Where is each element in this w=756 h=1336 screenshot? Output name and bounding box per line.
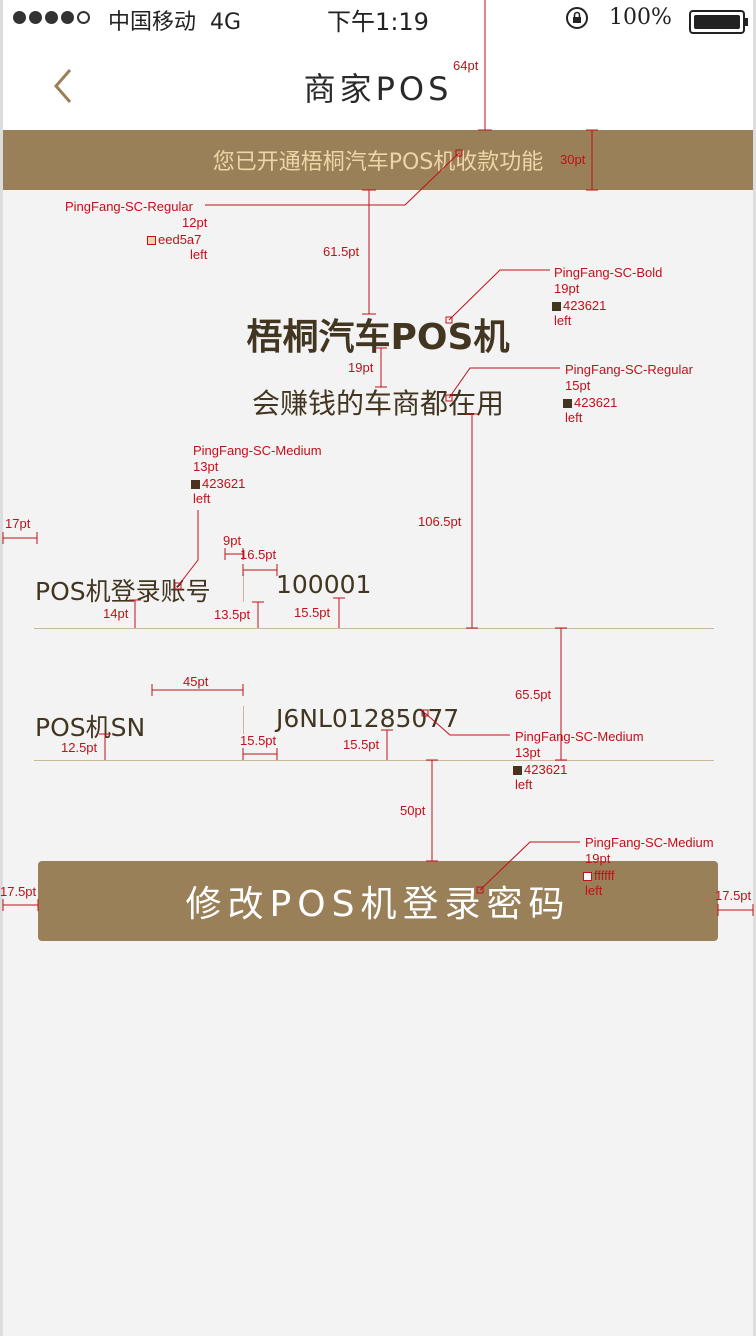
banner-align-spec: left [190, 247, 208, 262]
dim-value-bottom: 15.5pt [294, 605, 331, 620]
dim-value-offset: 16.5pt [240, 547, 277, 562]
dim-divider-gap: 9pt [223, 533, 242, 548]
label-size-spec: 13pt [193, 459, 219, 474]
title-font-spec: PingFang-SC-Bold [554, 265, 663, 280]
button-align-spec: left [585, 883, 603, 898]
dim-button-margin-left: 17.5pt [0, 884, 37, 899]
banner-font-spec: PingFang-SC-Regular [65, 199, 193, 214]
dim-banner-to-title: 61.5pt [323, 244, 360, 259]
subtitle-align-spec: left [565, 410, 583, 425]
subtitle-color-spec: 423621 [563, 395, 617, 411]
button-color-spec: ffffff [583, 868, 615, 884]
dim-sn-value-offset: 15.5pt [240, 733, 277, 748]
subtitle-font-spec: PingFang-SC-Regular [565, 362, 693, 377]
value-font-spec: PingFang-SC-Medium [515, 729, 644, 744]
banner-size-spec: 12pt [182, 215, 208, 230]
dim-row-height: 65.5pt [515, 687, 552, 702]
dim-sn-label-bottom: 12.5pt [61, 740, 98, 755]
dim-line-to-button: 50pt [400, 803, 426, 818]
title-align-spec: left [554, 313, 572, 328]
title-color-spec: 423621 [552, 298, 606, 314]
value-color-spec: 423621 [513, 762, 567, 778]
value-align-spec: left [515, 777, 533, 792]
dim-sn-label-width: 45pt [183, 674, 209, 689]
dim-divider-bottom: 13.5pt [214, 607, 251, 622]
dim-left-margin: 17pt [5, 516, 31, 531]
dim-label-bottom: 14pt [103, 606, 129, 621]
button-font-spec: PingFang-SC-Medium [585, 835, 714, 850]
label-font-spec: PingFang-SC-Medium [193, 443, 322, 458]
label-align-spec: left [193, 491, 211, 506]
banner-color-spec: eed5a7 [147, 232, 201, 248]
dim-title-to-subtitle: 19pt [348, 360, 374, 375]
button-size-spec: 19pt [585, 851, 611, 866]
dim-sn-value-bottom: 15.5pt [343, 737, 380, 752]
title-size-spec: 19pt [554, 281, 580, 296]
value-size-spec: 13pt [515, 745, 541, 760]
dim-button-margin-right: 17.5pt [715, 888, 752, 903]
dim-nav-height: 64pt [453, 58, 479, 73]
label-color-spec: 423621 [191, 476, 245, 492]
dim-banner-height: 30pt [560, 152, 586, 167]
subtitle-size-spec: 15pt [565, 378, 591, 393]
dim-subtitle-to-line: 106.5pt [418, 514, 462, 529]
